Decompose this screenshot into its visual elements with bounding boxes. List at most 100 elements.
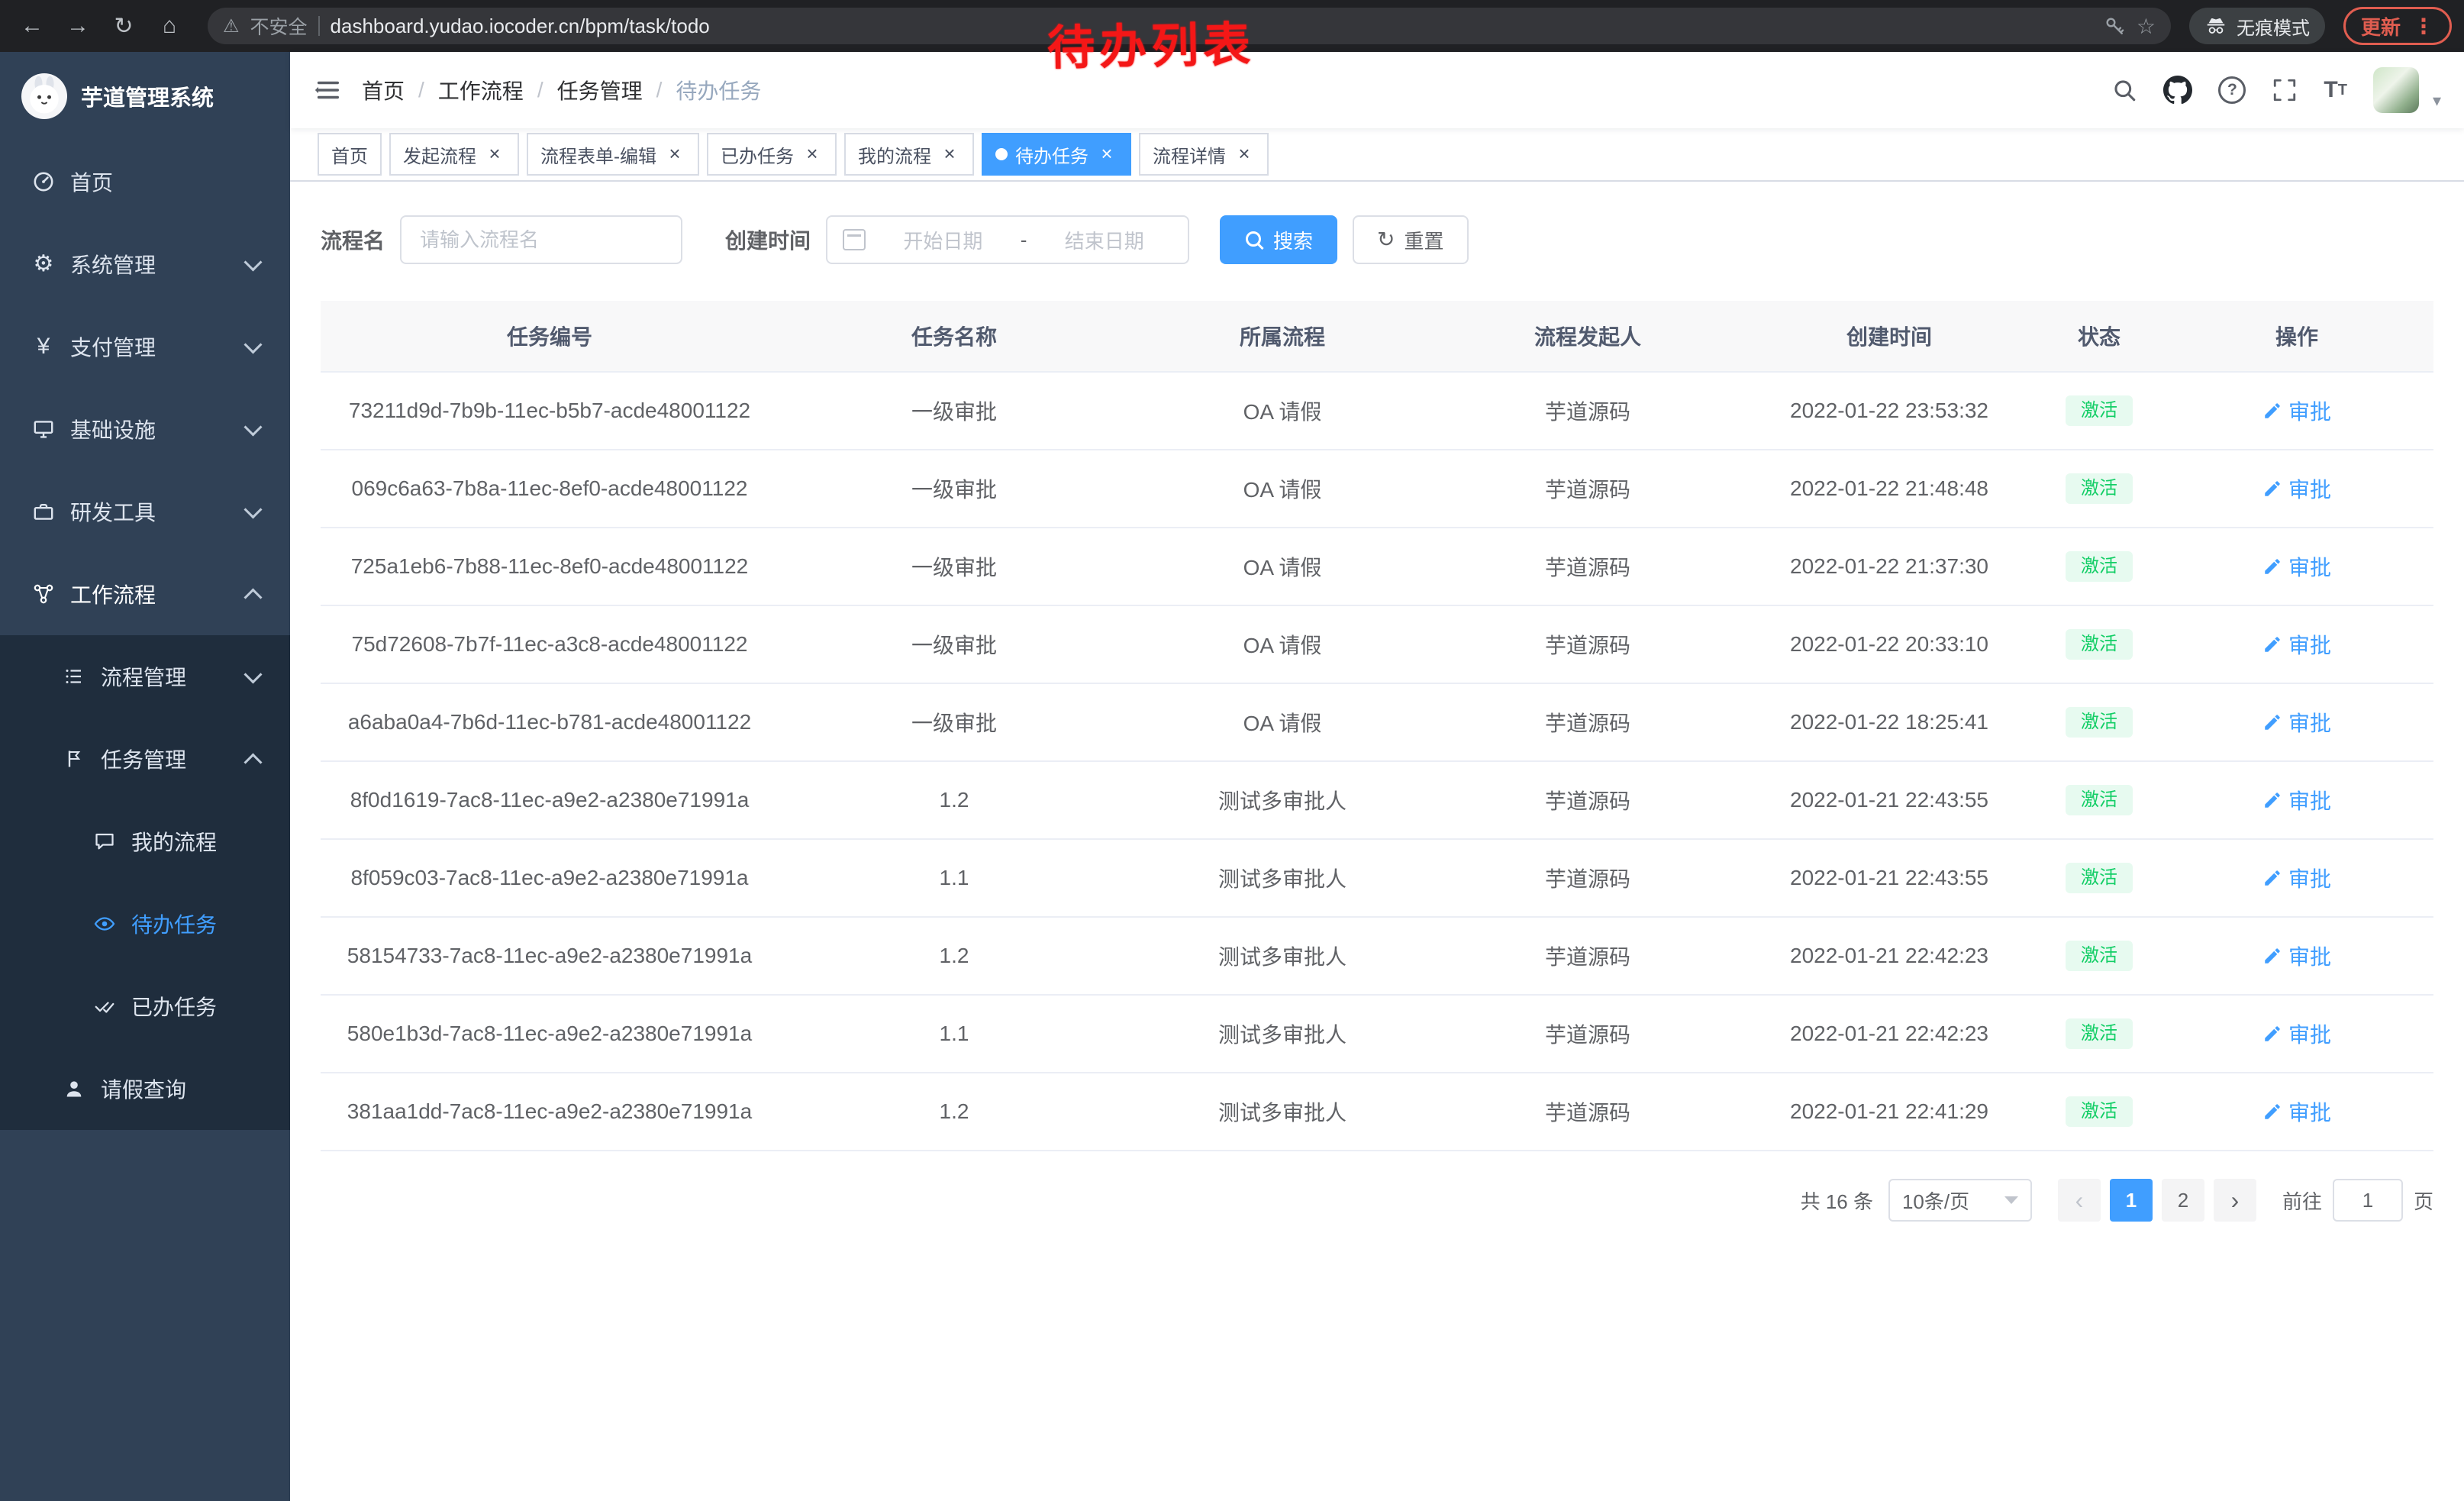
tab-process-form-edit[interactable]: 流程表单-编辑 × (527, 133, 699, 176)
goto-label: 前往 (2282, 1186, 2322, 1215)
app-shell: 芋道管理系统 首页 ⚙ 系统管理 ¥ 支付管理 (0, 52, 2464, 1501)
status-badge: 激活 (2066, 785, 2133, 816)
approve-link[interactable]: 审批 (2262, 629, 2331, 660)
breadcrumb-task-management[interactable]: 任务管理 (557, 75, 643, 105)
status-cell: 激活 (2038, 450, 2160, 528)
sidebar-collapse-icon[interactable] (313, 76, 342, 105)
search-button[interactable]: 搜索 (1220, 215, 1337, 264)
warning-icon: ⚠ (223, 15, 240, 37)
sidebar-item-home[interactable]: 首页 (0, 140, 290, 223)
key-icon[interactable] (2103, 15, 2126, 37)
avatar[interactable] (2373, 67, 2419, 113)
approve-link[interactable]: 审批 (2262, 863, 2331, 893)
sidebar-item-label: 基础设施 (70, 414, 156, 444)
app-logo: 芋道管理系统 (0, 52, 290, 140)
sidebar-item-my-process[interactable]: 我的流程 (0, 800, 290, 883)
status-badge: 激活 (2066, 863, 2133, 894)
tab-my-process[interactable]: 我的流程 × (844, 133, 974, 176)
next-page-button[interactable]: › (2214, 1179, 2256, 1222)
logo-avatar (21, 73, 67, 119)
sidebar-item-done-tasks[interactable]: 已办任务 (0, 965, 290, 1047)
sidebar-item-system[interactable]: ⚙ 系统管理 (0, 223, 290, 305)
close-icon[interactable]: × (1096, 144, 1118, 165)
forward-icon[interactable]: → (58, 13, 98, 39)
prev-page-button[interactable]: ‹ (2058, 1179, 2101, 1222)
sidebar-item-workflow[interactable]: 工作流程 (0, 553, 290, 635)
process-name-input[interactable] (400, 215, 682, 264)
close-icon[interactable]: × (939, 144, 960, 165)
monitor-icon (31, 417, 56, 441)
tab-done-tasks[interactable]: 已办任务 × (707, 133, 837, 176)
status-cell: 激活 (2038, 761, 2160, 839)
table-row: 580e1b3d-7ac8-11ec-a9e2-a2380e71991a 1.1… (321, 995, 2433, 1073)
pencil-icon (2262, 1102, 2282, 1122)
start-date-placeholder: 开始日期 (875, 226, 1011, 254)
approve-link[interactable]: 审批 (2262, 1096, 2331, 1127)
approve-link[interactable]: 审批 (2262, 941, 2331, 971)
tab-home[interactable]: 首页 (318, 133, 382, 176)
approve-link[interactable]: 审批 (2262, 551, 2331, 582)
address-separator (318, 16, 320, 36)
update-button[interactable]: 更新 ⋮ (2343, 7, 2452, 45)
page-size-select[interactable]: 10条/页 (1888, 1179, 2032, 1222)
process-cell: 测试多审批人 (1130, 761, 1435, 839)
home-icon[interactable]: ⌂ (150, 13, 189, 39)
sidebar-item-leave-query[interactable]: 请假查询 (0, 1047, 290, 1130)
page-button-2[interactable]: 2 (2162, 1179, 2204, 1222)
reload-icon[interactable]: ↻ (104, 13, 144, 40)
incognito-icon (2204, 15, 2227, 37)
sidebar-item-task-management[interactable]: 任务管理 (0, 718, 290, 800)
reset-button[interactable]: ↻ 重置 (1353, 215, 1468, 264)
back-icon[interactable]: ← (12, 13, 52, 39)
close-icon[interactable]: × (664, 144, 685, 165)
status-badge: 激活 (2066, 551, 2133, 583)
status-cell: 激活 (2038, 372, 2160, 450)
tab-todo-tasks[interactable]: 待办任务 × (982, 133, 1131, 176)
status-cell: 激活 (2038, 683, 2160, 761)
approve-link[interactable]: 审批 (2262, 707, 2331, 738)
breadcrumb-workflow[interactable]: 工作流程 (438, 75, 524, 105)
status-badge: 激活 (2066, 395, 2133, 427)
search-icon[interactable] (2111, 77, 2137, 103)
approve-link[interactable]: 审批 (2262, 1018, 2331, 1049)
status-cell: 激活 (2038, 605, 2160, 683)
sidebar-item-infrastructure[interactable]: 基础设施 (0, 388, 290, 470)
close-icon[interactable]: × (484, 144, 505, 165)
github-icon[interactable] (2163, 76, 2192, 105)
approve-link[interactable]: 审批 (2262, 395, 2331, 426)
sidebar-item-devtools[interactable]: 研发工具 (0, 470, 290, 553)
sidebar-item-payment[interactable]: ¥ 支付管理 (0, 305, 290, 388)
process-cell: OA 请假 (1130, 683, 1435, 761)
close-icon[interactable]: × (1234, 144, 1255, 165)
incognito-badge: 无痕模式 (2189, 8, 2325, 44)
col-process: 所属流程 (1130, 301, 1435, 372)
task-id-cell: 725a1eb6-7b88-11ec-8ef0-acde48001122 (321, 528, 779, 605)
sidebar-item-todo-tasks[interactable]: 待办任务 (0, 883, 290, 965)
actions-cell: 审批 (2160, 372, 2433, 450)
col-status: 状态 (2038, 301, 2160, 372)
goto-page-input[interactable] (2333, 1179, 2403, 1222)
initiator-cell: 芋道源码 (1435, 839, 1740, 917)
table-header-row: 任务编号 任务名称 所属流程 流程发起人 创建时间 状态 操作 (321, 301, 2433, 372)
font-size-icon[interactable]: TT (2324, 79, 2347, 102)
page-suffix-label: 页 (2414, 1186, 2433, 1215)
actions-cell: 审批 (2160, 605, 2433, 683)
approve-link[interactable]: 审批 (2262, 785, 2331, 815)
fullscreen-icon[interactable] (2272, 77, 2298, 103)
help-icon[interactable]: ? (2218, 76, 2246, 104)
approve-link[interactable]: 审批 (2262, 473, 2331, 504)
sidebar-item-process-management[interactable]: 流程管理 (0, 635, 290, 718)
sidebar-item-label: 任务管理 (101, 744, 186, 774)
close-icon[interactable]: × (801, 144, 823, 165)
breadcrumb-home[interactable]: 首页 (362, 75, 405, 105)
address-bar[interactable]: ⚠ 不安全 dashboard.yudao.iocoder.cn/bpm/tas… (208, 8, 2171, 44)
status-cell: 激活 (2038, 839, 2160, 917)
tab-start-process[interactable]: 发起流程 × (389, 133, 519, 176)
bookmark-star-icon[interactable]: ☆ (2137, 14, 2156, 39)
date-range-picker[interactable]: 开始日期 - 结束日期 (826, 215, 1189, 264)
page-button-1[interactable]: 1 (2110, 1179, 2153, 1222)
browser-menu-icon[interactable]: ⋮ (2413, 14, 2434, 39)
status-cell: 激活 (2038, 995, 2160, 1073)
tab-process-detail[interactable]: 流程详情 × (1139, 133, 1269, 176)
sidebar-item-label: 首页 (70, 166, 113, 197)
